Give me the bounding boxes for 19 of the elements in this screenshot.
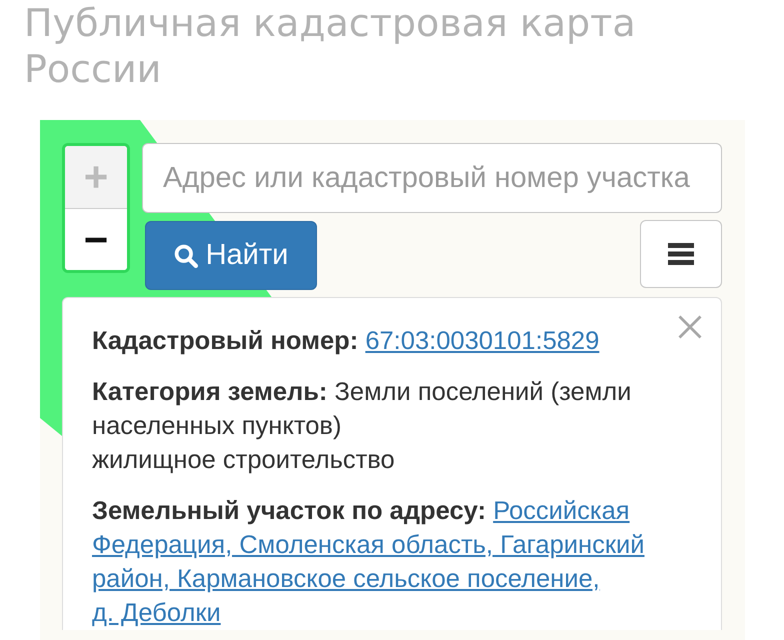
field-value: жилищное строительство (92, 446, 395, 474)
field-label: Категория земель: (92, 378, 328, 406)
field-label: Кадастровый номер: (92, 327, 358, 355)
field-link[interactable]: район, Кармановское сельское поселение, (92, 565, 600, 593)
close-icon (678, 315, 702, 339)
find-button[interactable]: Найти (145, 221, 317, 290)
field-value: населенных пунктов) (92, 412, 342, 440)
search-icon (174, 244, 198, 268)
field-link[interactable]: 67:03:0030101:5829 (365, 327, 600, 355)
search-field[interactable]: Адрес или кадастровый номер участка (142, 143, 722, 213)
field-link[interactable]: Российская (493, 497, 630, 525)
menu-button[interactable] (640, 220, 722, 288)
field-link[interactable]: Федерация, Смоленская область, Гагаринский (92, 531, 644, 559)
page-title: Публичная кадастровая карта России (23, 0, 637, 92)
menu-icon (668, 242, 694, 266)
field-label: Земельный участок по адресу: (92, 497, 486, 525)
field-link[interactable]: д. Деболки (92, 599, 221, 627)
field-value: Земли поселений (земли (334, 378, 632, 406)
zoom-out-button[interactable]: − (65, 208, 127, 270)
